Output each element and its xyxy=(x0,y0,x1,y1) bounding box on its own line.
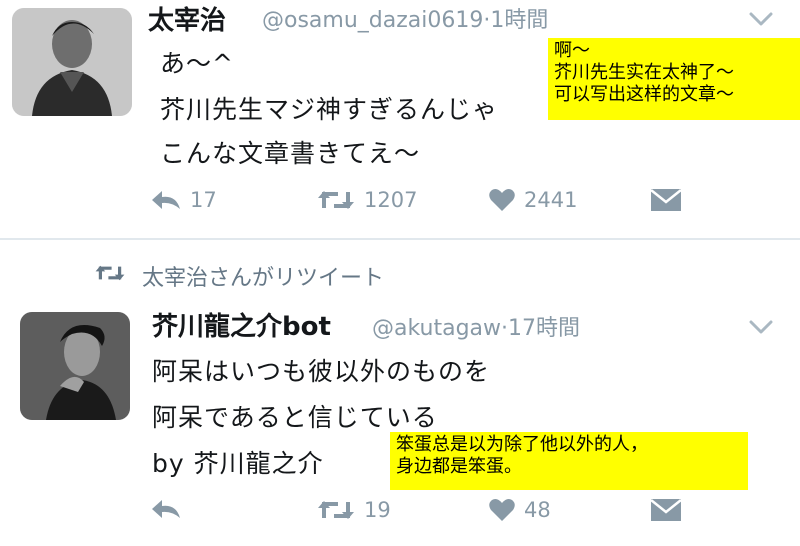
chevron-down-icon[interactable] xyxy=(748,10,774,28)
retweeted-by-label: 太宰治さんがリツイート xyxy=(142,266,385,291)
reply-button[interactable]: 17 xyxy=(150,188,217,212)
tweet-text-line: こんな文章書きてえ〜 xyxy=(160,139,421,168)
tweet-time: 1時間 xyxy=(490,8,549,33)
direct-message-icon xyxy=(650,498,682,522)
translation-note: 笨蛋总是以为除了他以外的人， 身边都是笨蛋。 xyxy=(390,432,748,490)
like-count: 48 xyxy=(524,498,551,522)
like-count: 2441 xyxy=(524,188,578,212)
retweet-button[interactable]: 19 xyxy=(316,498,391,522)
tweet-text-line: by 芥川龍之介 xyxy=(152,449,324,478)
tweet-text-line: 阿呆であると信じている xyxy=(152,403,438,432)
like-button[interactable]: 48 xyxy=(488,498,551,522)
reply-icon xyxy=(150,498,182,520)
direct-message-icon xyxy=(650,188,682,212)
tweet-time: 17時間 xyxy=(508,316,581,341)
direct-message-button[interactable] xyxy=(650,188,682,212)
retweet-icon xyxy=(94,263,126,289)
tweet: 太宰治さんがリツイート 芥川龍之介bot @akutagaw·17時間 阿呆はい… xyxy=(0,240,800,546)
avatar[interactable] xyxy=(20,312,130,420)
tweet-text-line: あ〜^ xyxy=(160,49,234,78)
like-button[interactable]: 2441 xyxy=(488,188,577,212)
reply-count: 17 xyxy=(190,188,217,212)
author-name[interactable]: 太宰治 xyxy=(148,0,226,37)
avatar[interactable] xyxy=(12,8,132,116)
reply-icon xyxy=(150,189,182,211)
retweet-count: 1207 xyxy=(364,188,418,212)
direct-message-button[interactable] xyxy=(650,498,682,522)
heart-icon xyxy=(488,498,516,522)
retweet-context[interactable]: 太宰治さんがリツイート xyxy=(94,260,384,292)
heart-icon xyxy=(488,188,516,212)
retweet-count: 19 xyxy=(364,498,391,522)
chevron-down-icon[interactable] xyxy=(748,318,774,336)
tweet-text-line: 阿呆はいつも彼以外のものを xyxy=(152,357,491,386)
retweet-icon xyxy=(316,188,356,212)
tweet-text-line: 芥川先生マジ神すぎるんじゃ xyxy=(160,95,499,124)
author-handle[interactable]: @osamu_dazai0619·1時間 xyxy=(262,2,548,34)
author-name[interactable]: 芥川龍之介bot xyxy=(152,306,331,343)
retweet-button[interactable]: 1207 xyxy=(316,188,417,212)
reply-button[interactable] xyxy=(150,498,190,520)
retweet-icon xyxy=(316,498,356,522)
author-handle[interactable]: @akutagaw·17時間 xyxy=(372,310,580,342)
translation-note: 啊〜 芥川先生实在太神了〜 可以写出这样的文章〜 xyxy=(548,38,800,120)
